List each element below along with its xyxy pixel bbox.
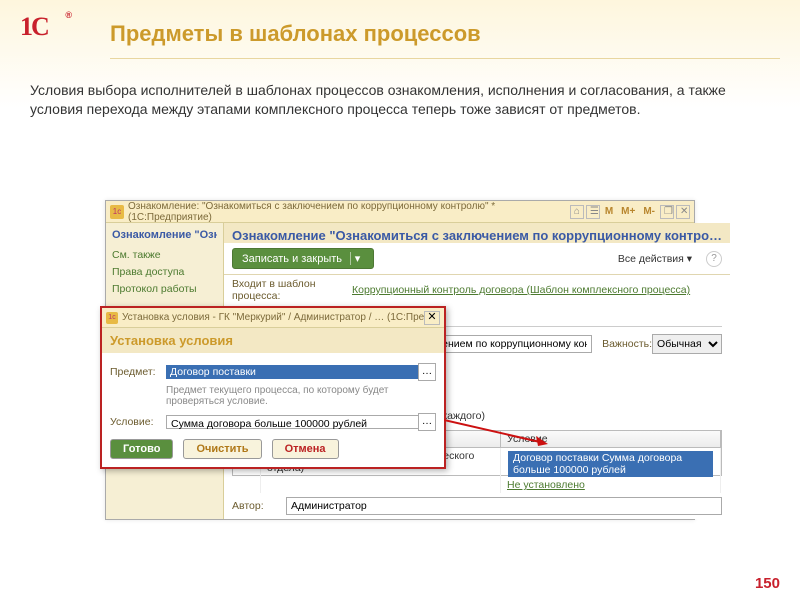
subject-value[interactable]: Договор поставки <box>166 365 419 379</box>
slide-header: 1C® Предметы в шаблонах процессов <box>0 0 800 52</box>
cancel-button[interactable]: Отмена <box>272 439 339 459</box>
sidebar-link-seealso[interactable]: См. также <box>112 249 217 261</box>
dialog-title: Установка условия - ГК "Меркурий" / Адми… <box>122 312 424 323</box>
subject-note: Предмет текущего процесса, по которому б… <box>166 385 436 407</box>
slide-title: Предметы в шаблонах процессов <box>110 21 481 47</box>
sidebar-header: Ознакомление "Озна… <box>112 229 217 241</box>
dialog-titlebar: 1c Установка условия - ГК "Меркурий" / А… <box>102 308 444 328</box>
template-link[interactable]: Коррупционный контроль договора (Шаблон … <box>352 284 690 296</box>
help-icon[interactable]: ? <box>706 251 722 267</box>
condition-value[interactable]: Сумма договора больше 100000 рублей <box>166 415 419 429</box>
window-titlebar: 1c Ознакомление: "Ознакомиться с заключе… <box>106 201 694 223</box>
chevron-down-icon[interactable]: ▾ <box>350 252 364 265</box>
cell-condition: Договор поставки Сумма договора больше 1… <box>501 448 721 480</box>
window-tools: ⌂ ☰ M M+ M- ❐ ✕ <box>570 205 690 219</box>
condition-picker-button[interactable]: … <box>418 413 436 431</box>
importance-select[interactable]: Обычная <box>652 334 722 354</box>
author-input[interactable] <box>286 497 722 515</box>
form-title: Ознакомление "Ознакомиться с заключением… <box>224 223 730 243</box>
ok-button[interactable]: Готово <box>110 439 173 459</box>
1c-logo: 1C® <box>20 12 72 52</box>
window-title: Ознакомление: "Ознакомиться с заключение… <box>128 201 570 223</box>
dialog-header: Установка условия <box>102 328 444 353</box>
subject-label: Предмет: <box>110 366 166 378</box>
th-condition: Условие <box>501 431 721 447</box>
app-icon: 1c <box>110 205 124 219</box>
condition-selected[interactable]: Договор поставки Сумма договора больше 1… <box>508 451 713 477</box>
condition-dialog: 1c Установка условия - ГК "Меркурий" / А… <box>100 306 446 469</box>
sidebar-link-rights[interactable]: Права доступа <box>112 266 217 278</box>
importance-label: Важность: <box>602 338 652 350</box>
app-icon: 1c <box>106 312 118 324</box>
condition-label: Условие: <box>110 416 166 428</box>
condition-link[interactable]: Не установлено <box>507 479 585 491</box>
clear-button[interactable]: Очистить <box>183 439 261 459</box>
title-underline <box>110 58 780 59</box>
table-row[interactable]: Не установлено <box>233 477 721 493</box>
tool-mplus[interactable]: M+ <box>618 206 638 217</box>
tool-print-icon[interactable]: ☰ <box>586 205 600 219</box>
slide-paragraph: Условия выбора исполнителей в шаблонах п… <box>30 81 770 119</box>
close-icon[interactable]: ✕ <box>676 205 690 219</box>
sidebar-link-log[interactable]: Протокол работы <box>112 283 217 295</box>
tool-home-icon[interactable]: ⌂ <box>570 205 584 219</box>
tool-m[interactable]: M <box>602 206 616 217</box>
template-row: Входит в шаблон процесса: Коррупционный … <box>224 275 730 305</box>
save-close-label: Записать и закрыть <box>242 253 342 265</box>
page-number: 150 <box>755 575 780 592</box>
author-row: Автор: <box>232 497 722 515</box>
tool-mminus[interactable]: M- <box>640 206 658 217</box>
template-label: Входит в шаблон процесса: <box>232 278 352 302</box>
close-icon[interactable]: ✕ <box>424 311 440 325</box>
author-label: Автор: <box>232 500 286 512</box>
all-actions-link[interactable]: Все действия ▾ <box>618 253 692 265</box>
save-close-button[interactable]: Записать и закрыть ▾ <box>232 248 374 269</box>
toolbar: Записать и закрыть ▾ Все действия ▾ ? <box>224 243 730 275</box>
subject-picker-button[interactable]: … <box>418 363 436 381</box>
tool-restore-icon[interactable]: ❐ <box>660 205 674 219</box>
